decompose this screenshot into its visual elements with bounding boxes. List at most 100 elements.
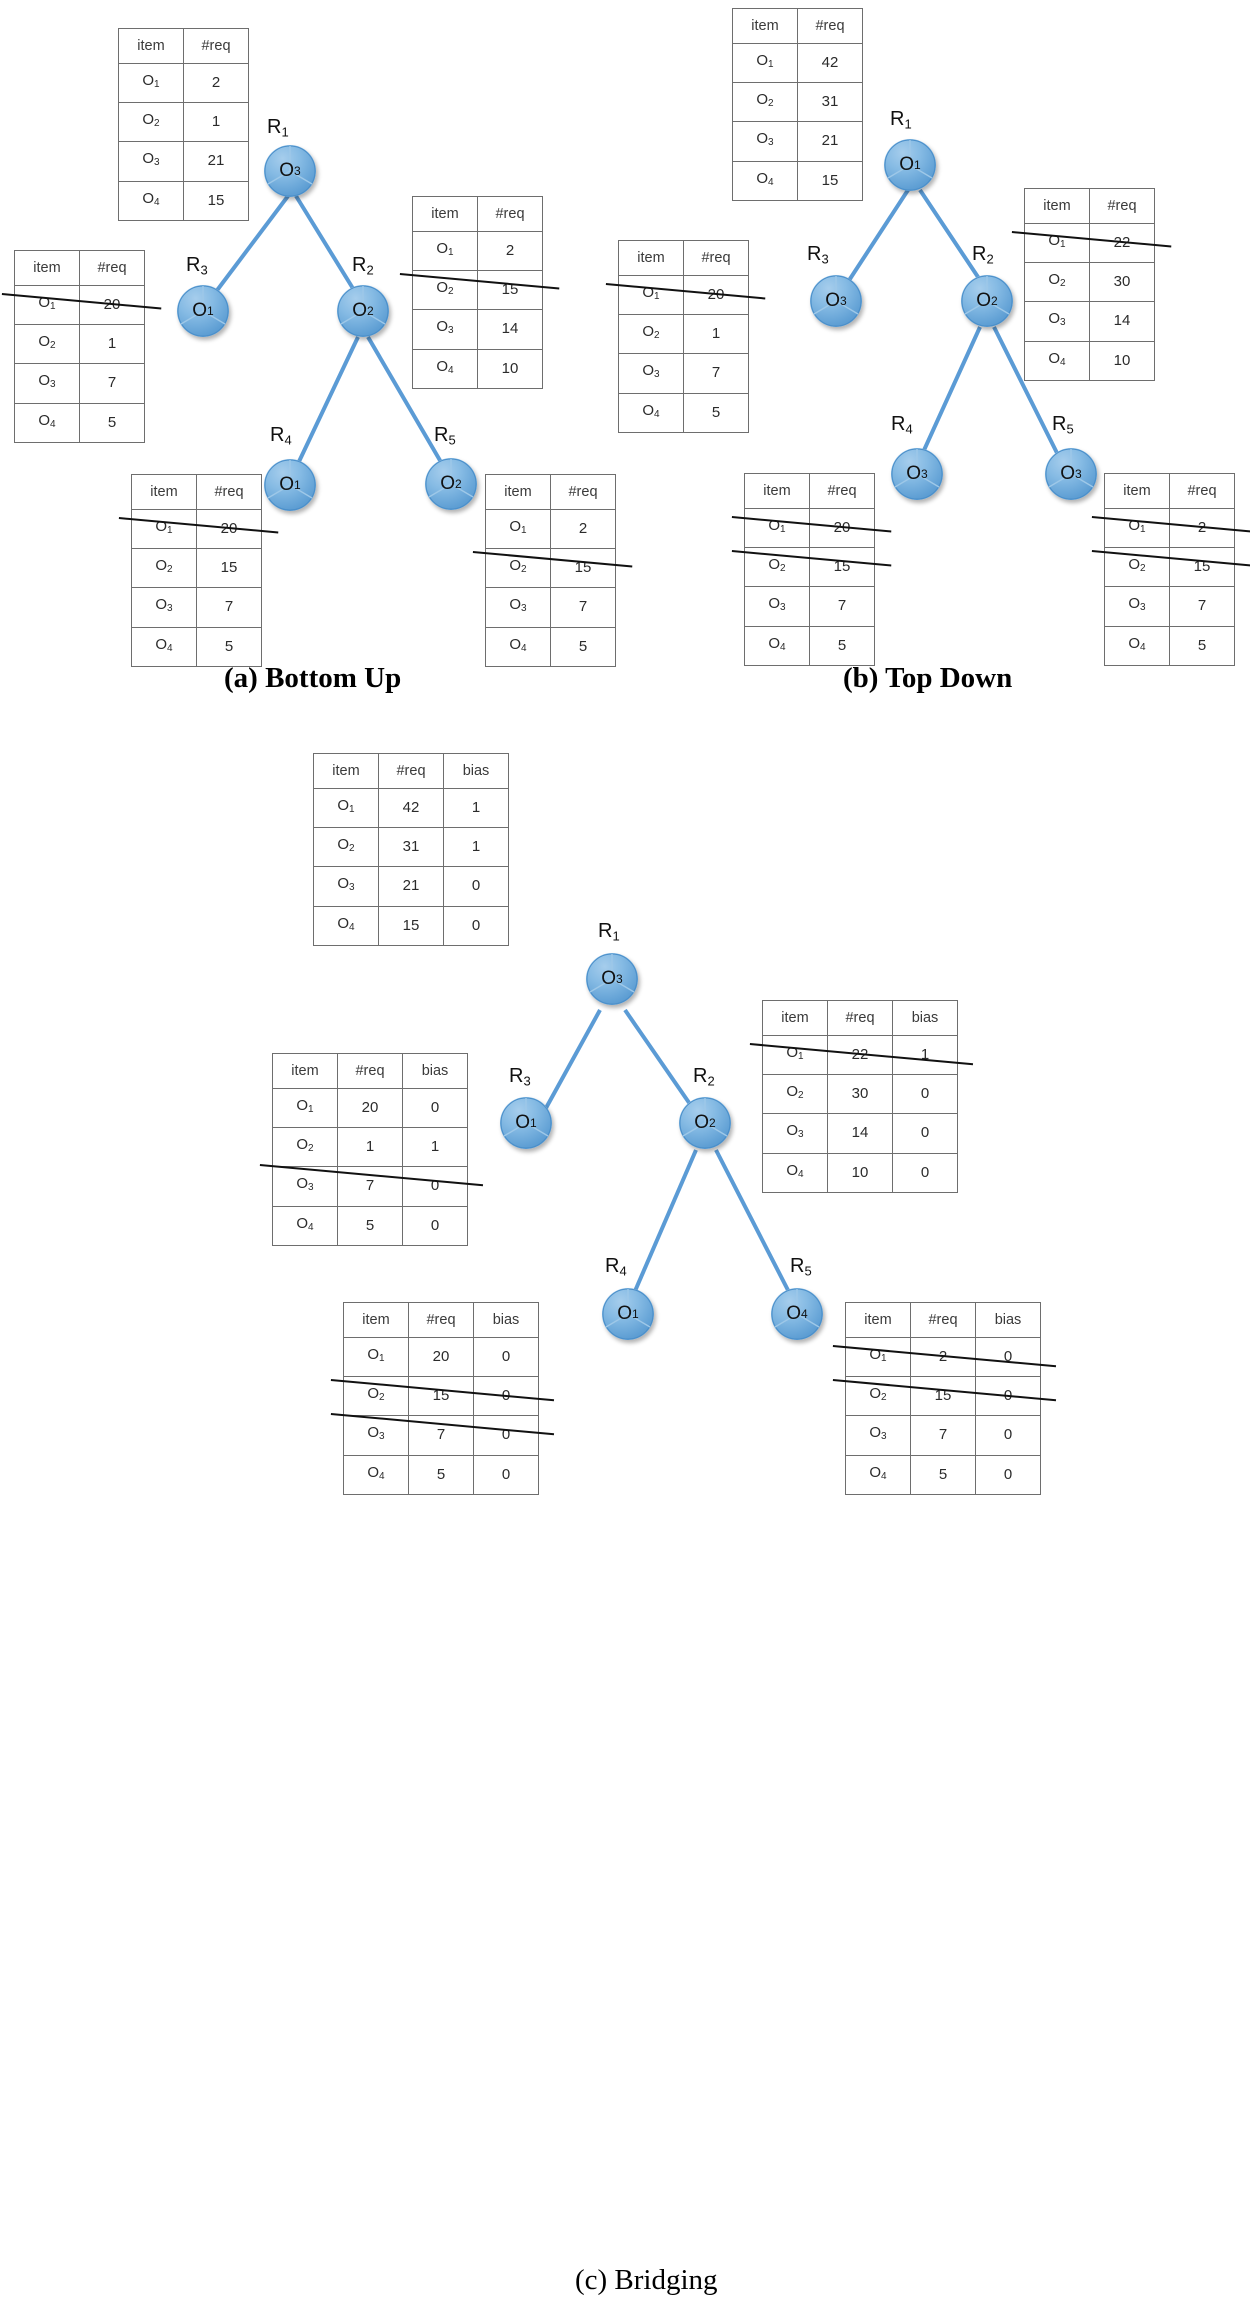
cell-bias: 1 bbox=[443, 827, 509, 868]
cell-item: O3 bbox=[272, 1166, 338, 1207]
tree-node-a-r5[interactable]: O2 bbox=[425, 458, 477, 510]
table-row: O120 bbox=[14, 284, 145, 326]
cell-item: O3 bbox=[1024, 301, 1090, 342]
cell-item: O4 bbox=[744, 625, 810, 666]
tree-node-c-r5[interactable]: O4 bbox=[771, 1288, 823, 1340]
tree-node-c-r1[interactable]: O3 bbox=[586, 953, 638, 1005]
cell-num-req: 30 bbox=[827, 1074, 893, 1115]
cell-item: O1 bbox=[762, 1034, 828, 1076]
table-row: O2 30 0 bbox=[762, 1074, 958, 1115]
table-b-r4: item #req O1 20 O2 15 O3 7 O4 5 bbox=[731, 473, 892, 666]
tree-node-b-r1-name: R1 bbox=[890, 108, 912, 132]
table-row: O2 31 bbox=[732, 82, 863, 123]
cell-num-req: 15 bbox=[550, 548, 616, 589]
table-c-r2: item #req bias O1 22 1 O2 30 0 O3 14 0 O4 10 0 bbox=[749, 1000, 974, 1193]
requirement-table: item #req O1 22 O2 30 O3 14 O4 10 bbox=[1024, 188, 1155, 381]
tree-node-c-r4[interactable]: O1 bbox=[602, 1288, 654, 1340]
table-header-row: item #req bias bbox=[845, 1302, 1041, 1338]
tree-node-a-r4-label: O1 bbox=[279, 474, 301, 495]
tree-node-a-r3-name: R3 bbox=[186, 254, 208, 278]
table-row: O120 bbox=[845, 1336, 1041, 1378]
cell-num-req: 5 bbox=[809, 625, 875, 666]
table-a-r2: item #req O1 2 O2 15 O3 14 O4 10 bbox=[399, 196, 560, 389]
cell-num-req: 2 bbox=[1169, 507, 1235, 549]
tree-node-b-r4[interactable]: O3 bbox=[891, 448, 943, 500]
tree-node-a-r1[interactable]: O3 bbox=[264, 145, 316, 197]
table-header-row: item #req bias bbox=[272, 1053, 468, 1089]
column-header-item: item bbox=[485, 474, 551, 510]
cell-num-req: 7 bbox=[550, 587, 616, 628]
tree-node-c-r2[interactable]: O2 bbox=[679, 1097, 731, 1149]
column-header-item: item bbox=[343, 1302, 409, 1338]
cell-num-req: 2 bbox=[183, 62, 249, 104]
tree-node-a-r3-label: O1 bbox=[192, 300, 214, 321]
cell-item: O3 bbox=[732, 121, 798, 162]
table-header-row: item #req bias bbox=[313, 753, 509, 789]
cell-item: O2 bbox=[313, 827, 379, 868]
cell-item: O3 bbox=[762, 1113, 828, 1154]
table-row: O2 1 bbox=[118, 102, 249, 143]
tree-node-b-r3[interactable]: O3 bbox=[810, 275, 862, 327]
cell-num-req: 1 bbox=[683, 314, 749, 355]
cell-bias: 0 bbox=[473, 1454, 539, 1495]
table-header-row: item #req bbox=[732, 8, 863, 44]
tree-node-b-r2[interactable]: O2 bbox=[961, 275, 1013, 327]
cell-num-req: 21 bbox=[378, 866, 444, 907]
tree-node-b-r2-name: R2 bbox=[972, 243, 994, 267]
tree-node-b-r5[interactable]: O3 bbox=[1045, 448, 1097, 500]
tree-node-b-r1[interactable]: O1 bbox=[884, 139, 936, 191]
cell-item: O1 bbox=[744, 507, 810, 549]
table-header-row: item #req bias bbox=[762, 1000, 958, 1036]
table-header-row: item #req bbox=[118, 28, 249, 64]
requirement-table: item #req O1 20 O2 1 O3 7 O4 5 bbox=[14, 250, 145, 443]
cell-item: O1 bbox=[272, 1087, 338, 1129]
table-row: O4 10 bbox=[412, 348, 543, 389]
cell-num-req: 14 bbox=[477, 309, 543, 350]
column-header-item: item bbox=[845, 1302, 911, 1338]
cell-item: O2 bbox=[14, 324, 80, 365]
column-header-item: item bbox=[618, 240, 684, 276]
cell-num-req: 5 bbox=[408, 1454, 474, 1495]
cell-item: O4 bbox=[732, 160, 798, 201]
cell-num-req: 7 bbox=[809, 586, 875, 627]
tree-node-c-r5-label: O4 bbox=[786, 1303, 808, 1324]
table-row: O2 15 0 bbox=[343, 1376, 539, 1417]
table-row: O2 1 1 bbox=[272, 1127, 468, 1168]
requirement-table: item #req O1 20 O2 15 O3 7 O4 5 bbox=[131, 474, 262, 667]
cell-bias: 0 bbox=[443, 866, 509, 907]
tree-node-a-r3[interactable]: O1 bbox=[177, 285, 229, 337]
cell-item: O1 bbox=[343, 1336, 409, 1378]
tree-node-b-r3-name: R3 bbox=[807, 243, 829, 267]
table-row: O2 15 0 bbox=[845, 1376, 1041, 1417]
tree-node-a-r4[interactable]: O1 bbox=[264, 459, 316, 511]
cell-num-req: 15 bbox=[477, 270, 543, 311]
cell-num-req: 5 bbox=[337, 1205, 403, 1246]
cell-item: O2 bbox=[131, 548, 197, 589]
table-row: O2 30 bbox=[1024, 262, 1155, 303]
table-header-row: item #req bbox=[485, 474, 616, 510]
table-row: O3 21 bbox=[118, 141, 249, 182]
cell-num-req: 22 bbox=[1089, 222, 1155, 264]
tree-node-c-r3[interactable]: O1 bbox=[500, 1097, 552, 1149]
table-row: O3 7 bbox=[131, 587, 262, 628]
table-row: O3 7 0 bbox=[272, 1166, 468, 1207]
column-header-bias: bias bbox=[975, 1302, 1041, 1338]
column-header-item: item bbox=[14, 250, 80, 286]
cell-num-req: 22 bbox=[827, 1034, 893, 1076]
tree-node-a-r2[interactable]: O2 bbox=[337, 285, 389, 337]
requirement-table: item #req O1 20 O2 1 O3 7 O4 5 bbox=[618, 240, 749, 433]
column-header-num-req: #req bbox=[408, 1302, 474, 1338]
cell-bias: 0 bbox=[402, 1205, 468, 1246]
column-header-num-req: #req bbox=[79, 250, 145, 286]
tree-node-b-r4-name: R4 bbox=[891, 413, 913, 437]
cell-num-req: 2 bbox=[477, 230, 543, 272]
cell-num-req: 20 bbox=[79, 284, 145, 326]
cell-num-req: 31 bbox=[378, 827, 444, 868]
cell-num-req: 7 bbox=[1169, 586, 1235, 627]
tree-node-c-r2-name: R2 bbox=[693, 1065, 715, 1089]
column-header-item: item bbox=[118, 28, 184, 64]
cell-item: O3 bbox=[744, 586, 810, 627]
table-row: O1 42 1 bbox=[313, 787, 509, 829]
cell-item: O4 bbox=[118, 180, 184, 221]
cell-item: O1 bbox=[845, 1336, 911, 1378]
